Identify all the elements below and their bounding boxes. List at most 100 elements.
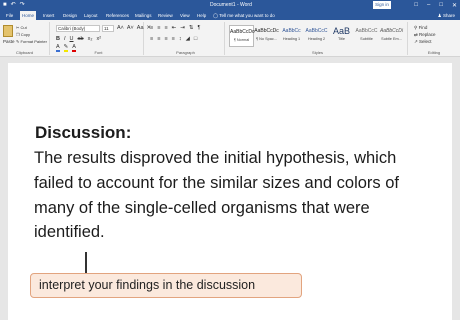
style-preview: AaB: [332, 26, 350, 36]
styles-group: AaBbCcDc ¶ Normal AaBbCcDc ¶ No Spac... …: [228, 22, 408, 55]
clipboard-group: Paste ✂ Cut ❐ Copy ✎ Format Painter Clip…: [0, 22, 50, 55]
style-heading-1[interactable]: AaBbCc Heading 1: [279, 25, 304, 47]
style-preview: AaBbCcC: [305, 28, 328, 34]
document-line: The results disproved the initial hypoth…: [34, 149, 397, 167]
save-icon[interactable]: ■: [3, 1, 7, 9]
sign-in-button[interactable]: Sign in: [373, 1, 391, 9]
style-preview: AaBbCcDi: [379, 28, 404, 34]
tab-home[interactable]: Home: [20, 11, 37, 20]
tab-references[interactable]: References: [104, 11, 131, 20]
numbering-icon[interactable]: ≡: [157, 25, 160, 31]
document-line: many of the single-celled organisms that…: [34, 199, 370, 217]
shrink-font-icon[interactable]: A˅: [127, 25, 134, 31]
paragraph-group-label: Paragraph: [176, 50, 195, 55]
paste-label[interactable]: Paste: [3, 39, 15, 44]
cut-label: Cut: [20, 25, 27, 30]
shading-icon[interactable]: ◢: [186, 36, 190, 42]
tab-help[interactable]: Help: [195, 11, 208, 20]
style-preview: AaBbCcC: [355, 28, 378, 34]
callout-pointer-line: [85, 252, 87, 273]
align-center-icon[interactable]: ≡: [157, 36, 160, 42]
paragraph-row-2: ≡ ≡ ≡ ≡ ↕ ◢ □: [150, 36, 197, 42]
title-bar: ■ ↶ ↷ Document1 - Word Sign in □ – □ ✕: [0, 0, 460, 10]
increase-indent-icon[interactable]: ⇥: [180, 25, 185, 31]
style-preview: AaBbCc: [282, 28, 301, 34]
editing-group-label: Editing: [427, 50, 441, 55]
bold-icon[interactable]: B: [56, 36, 60, 43]
line-spacing-icon[interactable]: ↕: [179, 36, 182, 42]
font-name-select[interactable]: Calibri (Body): [56, 25, 100, 32]
clipboard-group-label: Clipboard: [15, 50, 34, 55]
tab-design[interactable]: Design: [61, 11, 79, 20]
font-size-controls: A˄ A˅ Aa ✕: [117, 25, 151, 31]
borders-icon[interactable]: □: [194, 36, 197, 42]
find-button[interactable]: ⚲ Find: [414, 25, 427, 31]
style-normal[interactable]: AaBbCcDc ¶ Normal: [229, 25, 254, 47]
restore-icon[interactable]: □: [439, 2, 443, 8]
tell-me-search[interactable]: ◯ Tell me what you want to do: [213, 11, 275, 20]
style-heading-2[interactable]: AaBbCcC Heading 2: [304, 25, 329, 47]
paragraph-row-1: ≡ ≡ ≡ ⇤ ⇥ ⇅ ¶: [150, 25, 200, 31]
style-no-spacing[interactable]: AaBbCcDc ¶ No Spac...: [254, 25, 279, 47]
search-icon: ⚲: [414, 25, 418, 30]
share-label: Share: [442, 13, 455, 18]
tab-review[interactable]: Review: [156, 11, 175, 20]
editing-group: ⚲ Find ⇄ Replace ↗ Select Editing: [411, 22, 457, 55]
bullets-icon[interactable]: ≡: [150, 25, 153, 31]
document-title: Document1 - Word: [210, 2, 252, 8]
tab-layout[interactable]: Layout: [82, 11, 100, 20]
paste-icon[interactable]: [3, 25, 13, 37]
undo-icon[interactable]: ↶: [11, 1, 16, 9]
tab-mailings[interactable]: Mailings: [133, 11, 154, 20]
replace-button[interactable]: ⇄ Replace: [414, 32, 436, 38]
style-preview: AaBbCcDc: [230, 29, 255, 35]
style-subtitle[interactable]: AaBbCcC Subtitle: [354, 25, 379, 47]
redo-icon[interactable]: ↷: [20, 1, 25, 9]
share-button[interactable]: ♟ Share: [438, 11, 455, 20]
replace-label: Replace: [419, 32, 436, 37]
select-icon: ↗: [414, 39, 418, 44]
tab-view[interactable]: View: [178, 11, 192, 20]
quick-access-toolbar: ■ ↶ ↷: [3, 1, 25, 9]
grow-font-icon[interactable]: A˄: [117, 25, 124, 31]
style-subtle-emphasis[interactable]: AaBbCcDi Subtle Em...: [379, 25, 404, 47]
ribbon: Paste ✂ Cut ❐ Copy ✎ Format Painter Clip…: [0, 20, 460, 57]
underline-icon[interactable]: U: [70, 36, 74, 43]
superscript-icon[interactable]: x²: [97, 36, 102, 43]
style-name: Title: [337, 37, 346, 41]
style-preview: AaBbCcDc: [254, 28, 279, 34]
justify-icon[interactable]: ≡: [172, 36, 175, 42]
style-title[interactable]: AaB Title: [329, 25, 354, 47]
select-button[interactable]: ↗ Select: [414, 39, 432, 45]
select-label: Select: [419, 39, 432, 44]
close-icon[interactable]: ✕: [452, 2, 457, 9]
strikethrough-icon[interactable]: ab: [78, 36, 84, 43]
font-group: Calibri (Body) 11 A˄ A˅ Aa ✕ B I U ab x₂…: [54, 22, 151, 55]
paragraph-group: ≡ ≡ ≡ ⇤ ⇥ ⇅ ¶ ≡ ≡ ≡ ≡ ↕ ◢ □ Paragraph: [147, 22, 225, 55]
change-case-icon[interactable]: Aa: [137, 25, 144, 31]
pilcrow-icon[interactable]: ¶: [197, 25, 200, 31]
sort-icon[interactable]: ⇅: [189, 25, 194, 31]
subscript-icon[interactable]: x₂: [88, 36, 93, 43]
tab-insert[interactable]: Insert: [41, 11, 56, 20]
multilevel-list-icon[interactable]: ≡: [164, 25, 167, 31]
document-line: failed to account for the similar sizes …: [34, 174, 400, 192]
ribbon-display-icon[interactable]: □: [414, 2, 418, 8]
ribbon-tabs: File Home Insert Design Layout Reference…: [0, 10, 460, 20]
font-size-select[interactable]: 11: [102, 25, 114, 32]
minimize-icon[interactable]: –: [427, 2, 430, 8]
copy-button[interactable]: ❐ Copy: [16, 32, 30, 37]
window-controls: □ – □ ✕: [414, 0, 457, 10]
align-right-icon[interactable]: ≡: [164, 36, 167, 42]
cut-button[interactable]: ✂ Cut: [16, 25, 27, 30]
tab-file[interactable]: File: [4, 11, 15, 20]
format-painter-label: Format Painter: [20, 39, 47, 44]
format-painter-button[interactable]: ✎ Format Painter: [16, 39, 47, 44]
replace-icon: ⇄: [414, 32, 418, 37]
align-left-icon[interactable]: ≡: [150, 36, 153, 42]
decrease-indent-icon[interactable]: ⇤: [172, 25, 177, 31]
instruction-callout: interpret your findings in the discussio…: [30, 273, 302, 298]
find-label: Find: [418, 25, 428, 30]
italic-icon[interactable]: I: [64, 36, 66, 43]
document-heading: Discussion:: [35, 123, 132, 142]
